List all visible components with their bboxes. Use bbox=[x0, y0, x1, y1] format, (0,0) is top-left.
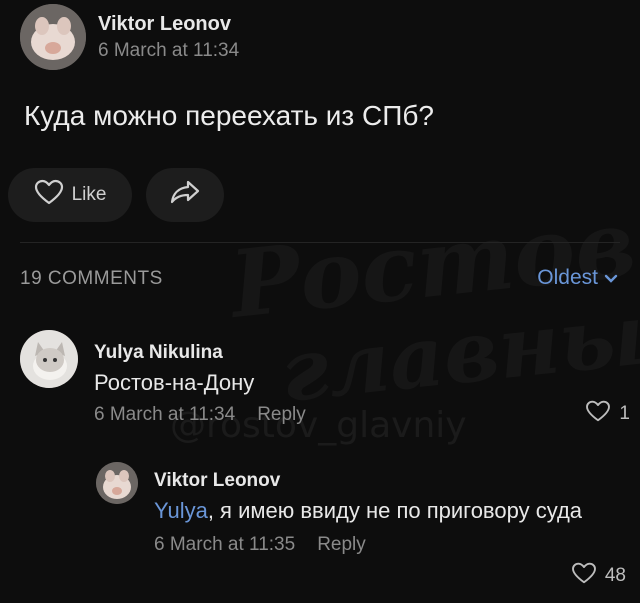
comment-text: Ростов-на-Дону bbox=[94, 370, 255, 395]
watermark-line-1: Ростов bbox=[225, 189, 640, 339]
comment-date: 6 March at 11:34 bbox=[94, 404, 236, 425]
comment-date: 6 March at 11:35 bbox=[154, 534, 296, 555]
comment-like-button[interactable]: 48 bbox=[571, 562, 626, 590]
reply-item: Viktor Leonov Yulya, я имею ввиду не по … bbox=[96, 458, 626, 586]
comment-item: Yulya Nikulina Ростов-на-Дону 6 March at… bbox=[20, 330, 630, 426]
comments-count: 19 COMMENTS bbox=[20, 268, 163, 289]
post-header: Viktor Leonov 6 March at 11:34 bbox=[20, 4, 239, 70]
comment-text: Yulya, я имею ввиду не по приговору суда bbox=[154, 496, 582, 526]
comment-like-button[interactable]: 1 bbox=[585, 400, 630, 428]
heart-icon bbox=[34, 179, 64, 211]
reply-button[interactable]: Reply bbox=[257, 404, 306, 426]
post-author-name[interactable]: Viktor Leonov bbox=[98, 13, 239, 36]
like-count: 1 bbox=[619, 403, 630, 424]
like-button[interactable]: Like bbox=[8, 168, 132, 222]
commenter-avatar[interactable] bbox=[20, 330, 78, 388]
heart-icon bbox=[571, 562, 597, 590]
divider bbox=[20, 242, 620, 243]
comment-author-name[interactable]: Viktor Leonov bbox=[154, 470, 582, 492]
comment-author-name[interactable]: Yulya Nikulina bbox=[94, 342, 306, 364]
mention-link[interactable]: Yulya bbox=[154, 498, 208, 523]
heart-icon bbox=[585, 400, 611, 428]
share-icon bbox=[169, 179, 201, 211]
comment-text-body: , я имею ввиду не по приговору суда bbox=[207, 498, 583, 523]
share-button[interactable] bbox=[146, 168, 224, 222]
post-actions: Like bbox=[8, 168, 224, 222]
reply-button[interactable]: Reply bbox=[317, 534, 366, 556]
sort-label: Oldest bbox=[537, 266, 598, 289]
commenter-avatar[interactable] bbox=[96, 462, 138, 504]
post-text: Куда можно переехать из СПб? bbox=[24, 100, 435, 131]
like-label: Like bbox=[71, 184, 107, 205]
sort-dropdown[interactable]: Oldest bbox=[537, 266, 618, 290]
post-date: 6 March at 11:34 bbox=[98, 39, 240, 61]
chevron-down-icon bbox=[604, 266, 618, 290]
author-avatar[interactable] bbox=[20, 4, 86, 70]
like-count: 48 bbox=[604, 565, 626, 586]
